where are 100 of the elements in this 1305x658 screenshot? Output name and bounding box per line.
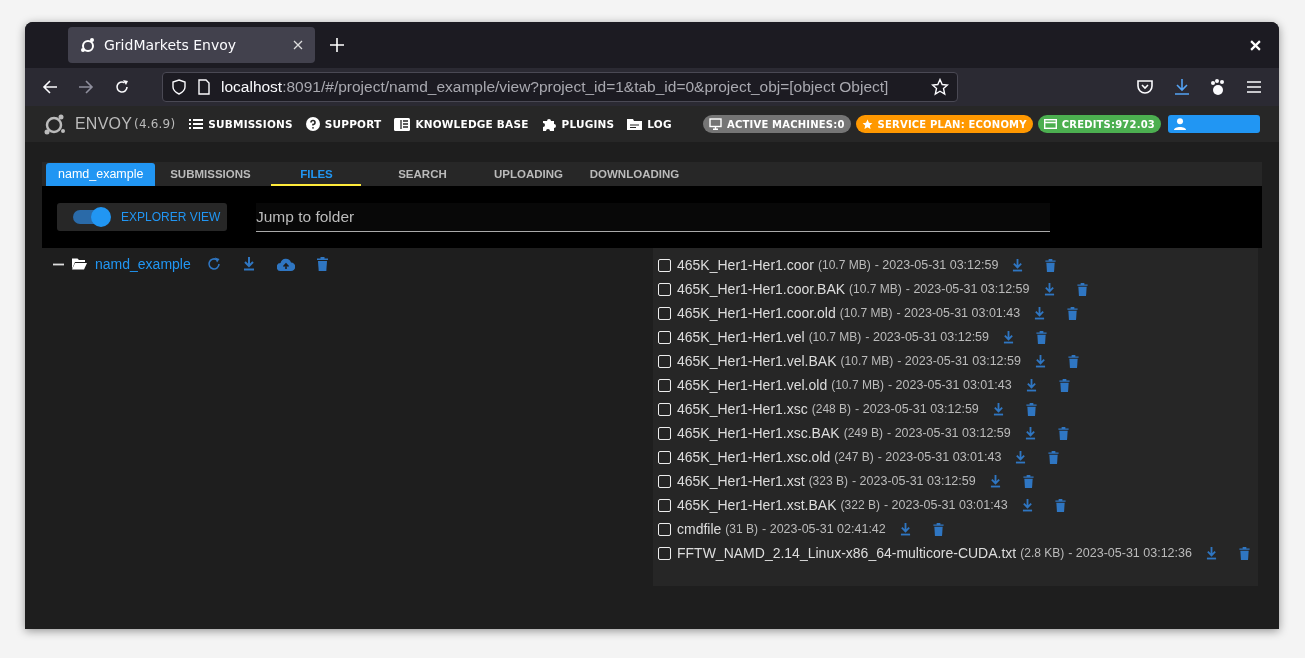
- list-icon: [189, 118, 204, 130]
- new-tab-icon[interactable]: [330, 38, 344, 52]
- browser-tab[interactable]: GridMarkets Envoy: [68, 27, 315, 63]
- refresh-icon[interactable]: [206, 257, 221, 271]
- trash-icon[interactable]: [1067, 354, 1079, 368]
- download-icon[interactable]: [242, 257, 255, 271]
- back-icon[interactable]: [42, 79, 58, 95]
- folder-icon: [627, 118, 643, 130]
- file-date: - 2023-05-31 03:01:43: [896, 306, 1021, 320]
- checkbox[interactable]: [658, 354, 671, 368]
- checkbox[interactable]: [658, 450, 671, 464]
- download-icon[interactable]: [1043, 282, 1055, 296]
- folder-icon: [72, 258, 87, 270]
- folder-name[interactable]: namd_example: [95, 256, 191, 272]
- trash-icon[interactable]: [1054, 498, 1066, 512]
- nav-link[interactable]: SUBMISSIONS: [189, 118, 293, 130]
- help-icon: [305, 117, 320, 131]
- download-icon[interactable]: [1025, 378, 1037, 392]
- file-date: - 2023-05-31 03:12:59: [865, 330, 990, 344]
- download-icon[interactable]: [1003, 330, 1015, 344]
- file-date: - 2023-05-31 03:12:59: [897, 354, 1021, 368]
- trash-icon[interactable]: [316, 257, 328, 271]
- explorer-view-toggle[interactable]: EXPLORER VIEW: [57, 203, 227, 231]
- tab[interactable]: SUBMISSIONS: [165, 162, 256, 186]
- jump-to-folder-field[interactable]: Jump to folder: [256, 202, 1050, 232]
- file-date: - 2023-05-31 03:12:59: [852, 474, 976, 488]
- file-size: (323 B): [808, 474, 848, 488]
- checkbox[interactable]: [658, 546, 671, 560]
- file-name: 465K_Her1-Her1.vel: [677, 329, 805, 345]
- file-date: - 2023-05-31 03:12:36: [1068, 546, 1192, 560]
- shield-icon: [171, 79, 187, 95]
- paw-icon[interactable]: [1210, 78, 1226, 96]
- download-icon[interactable]: [1205, 546, 1217, 560]
- tab[interactable]: SEARCH: [377, 162, 468, 186]
- trash-icon[interactable]: [1045, 258, 1057, 272]
- trash-icon[interactable]: [1057, 426, 1069, 440]
- menu-icon[interactable]: [1246, 80, 1262, 94]
- file-name: 465K_Her1-Her1.xsc: [677, 401, 808, 417]
- download-icon[interactable]: [1012, 258, 1024, 272]
- trash-icon[interactable]: [1076, 282, 1088, 296]
- file-size: (248 B): [811, 402, 852, 416]
- tab[interactable]: DOWNLOADING: [589, 162, 680, 186]
- file-date: - 2023-05-31 02:41:42: [762, 522, 886, 536]
- checkbox[interactable]: [658, 402, 671, 416]
- trash-icon[interactable]: [1036, 330, 1048, 344]
- checkbox[interactable]: [658, 498, 671, 512]
- file-name: 465K_Her1-Her1.xsc.old: [677, 449, 831, 465]
- file-name: 465K_Her1-Her1.xsc.BAK: [677, 425, 840, 441]
- checkbox[interactable]: [658, 282, 671, 296]
- checkbox[interactable]: [658, 474, 671, 488]
- file-date: - 2023-05-31 03:12:59: [874, 258, 999, 272]
- file-size: (249 B): [843, 426, 883, 440]
- download-icon[interactable]: [899, 522, 911, 536]
- checkbox[interactable]: [658, 306, 671, 320]
- file-date: - 2023-05-31 03:01:43: [877, 450, 1002, 464]
- download-icon[interactable]: [1024, 426, 1036, 440]
- nav-link[interactable]: PLUGINS: [541, 116, 615, 132]
- download-icon[interactable]: [1174, 78, 1190, 96]
- download-icon[interactable]: [1034, 354, 1046, 368]
- checkbox[interactable]: [658, 330, 671, 344]
- file-date: - 2023-05-31 03:01:43: [887, 378, 1012, 392]
- address-bar[interactable]: localhost:8091/#/project/namd_example/view?project_id=1&tab_id=0&project_obj=[object Object]: [162, 72, 958, 102]
- nav-link[interactable]: KNOWLEDGE BASE: [394, 117, 529, 131]
- file-size: (322 B): [840, 498, 880, 512]
- download-icon[interactable]: [989, 474, 1001, 488]
- status-badge[interactable]: ACTIVE MACHINES:0: [703, 115, 851, 133]
- star-icon[interactable]: [931, 78, 949, 96]
- nav-link[interactable]: SUPPORT: [305, 117, 382, 131]
- reload-icon[interactable]: [114, 79, 130, 95]
- tab[interactable]: UPLOADING: [483, 162, 574, 186]
- trash-icon[interactable]: [1067, 306, 1079, 320]
- close-icon[interactable]: [293, 40, 303, 50]
- checkbox[interactable]: [658, 258, 671, 272]
- trash-icon[interactable]: [1022, 474, 1034, 488]
- download-icon[interactable]: [992, 402, 1004, 416]
- toggle-switch[interactable]: [71, 207, 111, 227]
- trash-icon[interactable]: [1238, 546, 1250, 560]
- credit-card-icon: [1043, 119, 1057, 129]
- pocket-icon[interactable]: [1136, 79, 1154, 95]
- download-icon[interactable]: [1015, 450, 1027, 464]
- status-badge[interactable]: [1168, 115, 1260, 133]
- download-icon[interactable]: [1021, 498, 1033, 512]
- checkbox[interactable]: [658, 378, 671, 392]
- trash-icon[interactable]: [1058, 378, 1070, 392]
- checkbox[interactable]: [658, 522, 671, 536]
- trash-icon[interactable]: [1025, 402, 1037, 416]
- forward-icon[interactable]: [78, 79, 94, 95]
- trash-icon[interactable]: [1048, 450, 1060, 464]
- trash-icon[interactable]: [932, 522, 944, 536]
- cloud-upload-icon[interactable]: [276, 257, 295, 271]
- monitor-icon: [709, 118, 723, 130]
- checkbox[interactable]: [658, 426, 671, 440]
- download-icon[interactable]: [1034, 306, 1046, 320]
- file-name: cmdfile: [677, 521, 722, 537]
- file-name: 465K_Her1-Her1.coor.BAK: [677, 281, 846, 297]
- nav-link[interactable]: LOG: [627, 118, 672, 130]
- tab-title: GridMarkets Envoy: [104, 37, 237, 53]
- logo-icon: [80, 37, 96, 53]
- file-size: (10.7 MB): [840, 354, 894, 368]
- file-date: - 2023-05-31 03:01:43: [883, 498, 1008, 512]
